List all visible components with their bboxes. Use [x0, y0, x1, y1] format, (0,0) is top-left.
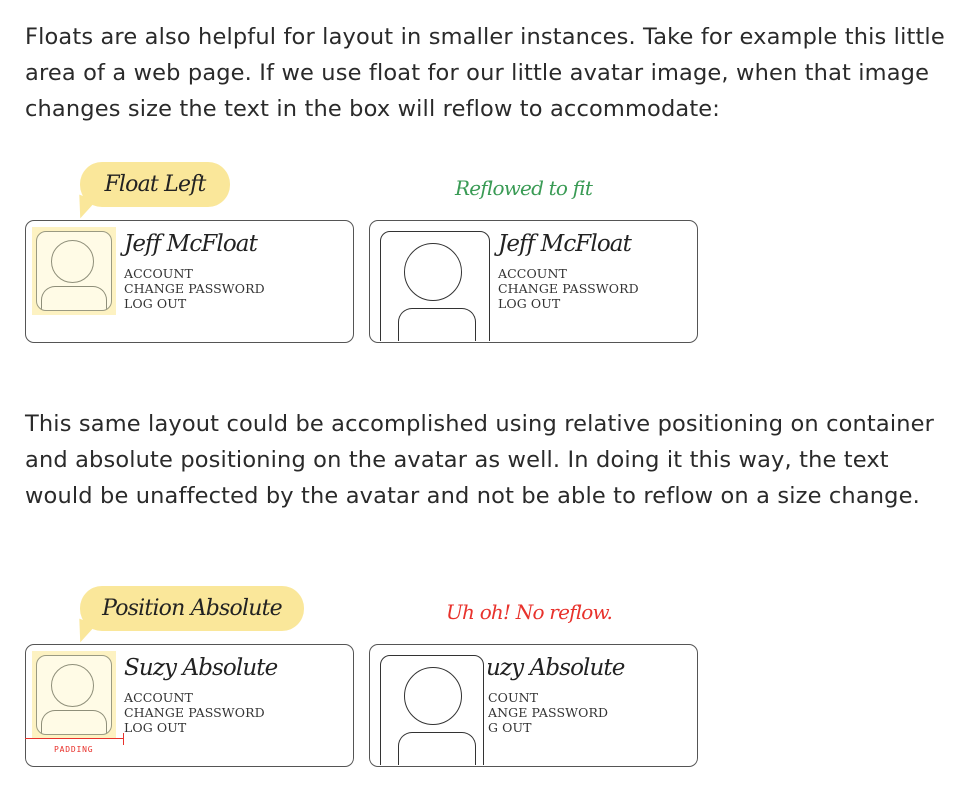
profile-card-large-avatar-reflowed: Jeff McFloat ACCOUNT CHANGE PASSWORD LOG… [369, 220, 698, 343]
user-name: Suzy Absolute [124, 655, 278, 681]
avatar-body-shape [41, 710, 107, 734]
position-absolute-callout: Position Absolute [80, 586, 304, 631]
account-link[interactable]: ACCOUNT [498, 266, 639, 281]
float-left-callout-text: Float Left [104, 172, 206, 197]
avatar-head-shape [404, 243, 462, 301]
padding-marker-line [25, 738, 123, 739]
user-avatar-icon [36, 655, 112, 735]
account-links: ACCOUNT CHANGE PASSWORD LOG OUT [124, 266, 265, 311]
avatar-floated [32, 227, 116, 315]
avatar-head-shape [404, 667, 462, 725]
position-absolute-callout-tail [71, 618, 97, 646]
log-out-link-clipped[interactable]: G OUT [488, 720, 608, 735]
avatar-head-shape [51, 664, 94, 707]
reflowed-to-fit-note: Reflowed to fit [455, 176, 593, 200]
log-out-link[interactable]: LOG OUT [124, 720, 265, 735]
floats-intro-paragraph: Floats are also helpful for layout in sm… [25, 24, 945, 122]
avatar-head-shape [51, 240, 94, 283]
positioning-intro-paragraph: This same layout could be accomplished u… [25, 411, 935, 509]
position-absolute-callout-text: Position Absolute [102, 596, 283, 621]
change-password-link[interactable]: CHANGE PASSWORD [124, 281, 265, 296]
user-name: Jeff McFloat [498, 231, 632, 257]
float-left-callout: Float Left [80, 162, 230, 207]
change-password-link-clipped[interactable]: ANGE PASSWORD [488, 705, 608, 720]
avatar-body-shape [41, 286, 107, 310]
account-links: ACCOUNT CHANGE PASSWORD LOG OUT [124, 690, 265, 735]
change-password-link[interactable]: CHANGE PASSWORD [124, 705, 265, 720]
user-avatar-icon [36, 231, 112, 311]
log-out-link[interactable]: LOG OUT [498, 296, 639, 311]
user-avatar-icon [380, 655, 484, 765]
account-link-clipped[interactable]: COUNT [488, 690, 608, 705]
profile-card-small-avatar: Jeff McFloat ACCOUNT CHANGE PASSWORD LOG… [25, 220, 354, 343]
avatar-body-shape [398, 308, 476, 341]
avatar-absolute [32, 651, 116, 739]
float-left-callout-tail [71, 194, 97, 222]
avatar-absolute-large [376, 651, 488, 765]
log-out-link[interactable]: LOG OUT [124, 296, 265, 311]
padding-label: PADDING [54, 745, 94, 754]
change-password-link[interactable]: CHANGE PASSWORD [498, 281, 639, 296]
account-links-clipped: COUNT ANGE PASSWORD G OUT [488, 690, 608, 735]
no-reflow-note: Uh oh! No reflow. [446, 600, 613, 624]
profile-card-absolute-overlap: uzy Absolute COUNT ANGE PASSWORD G OUT [369, 644, 698, 767]
user-name-clipped: uzy Absolute [486, 655, 625, 681]
account-link[interactable]: ACCOUNT [124, 690, 265, 705]
account-link[interactable]: ACCOUNT [124, 266, 265, 281]
user-avatar-icon [380, 231, 490, 341]
padding-marker-tick [123, 733, 124, 745]
avatar-body-shape [398, 732, 476, 765]
account-links: ACCOUNT CHANGE PASSWORD LOG OUT [498, 266, 639, 311]
avatar-floated-large [376, 227, 494, 341]
user-name: Jeff McFloat [124, 231, 258, 257]
